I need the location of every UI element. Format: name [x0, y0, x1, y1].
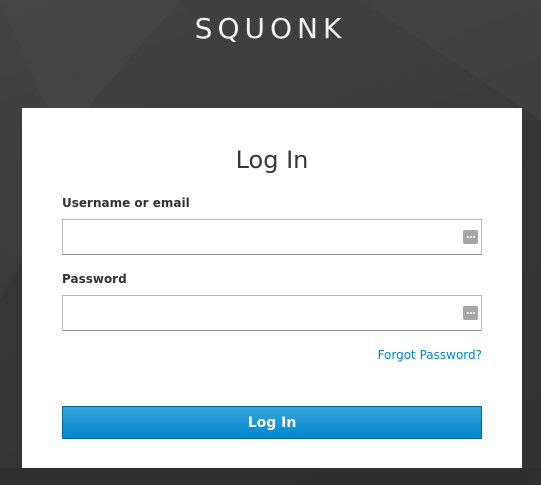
username-input[interactable] [63, 220, 459, 254]
password-label: Password [62, 272, 127, 286]
password-input[interactable] [63, 296, 459, 330]
brand-title: SQUONK [194, 12, 347, 45]
password-manager-icon[interactable] [463, 230, 478, 244]
password-manager-icon[interactable] [463, 306, 478, 320]
password-field[interactable] [62, 295, 482, 331]
username-field[interactable] [62, 219, 482, 255]
forgot-password-link[interactable]: Forgot Password? [378, 348, 482, 362]
login-card: Log In Username or email Password Forgot… [22, 108, 522, 468]
username-label: Username or email [62, 196, 190, 210]
login-button[interactable]: Log In [62, 406, 482, 439]
login-title: Log In [235, 146, 309, 174]
